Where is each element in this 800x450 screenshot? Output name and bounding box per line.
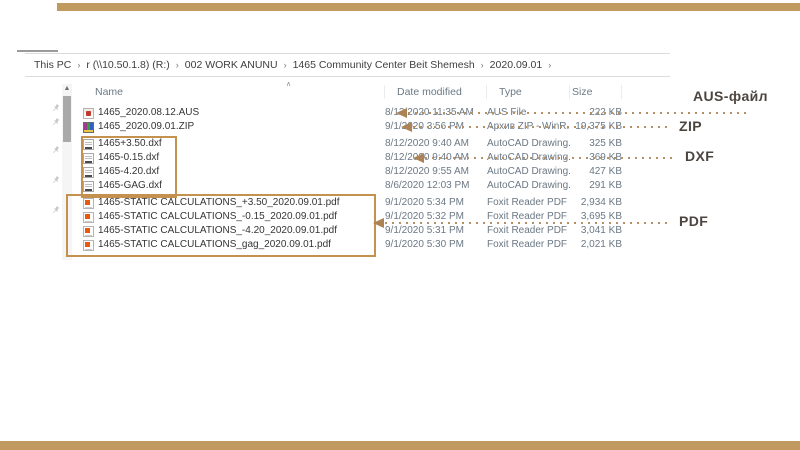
- pin-icon: [52, 104, 61, 113]
- file-type: Foxit Reader PDF ...: [487, 238, 570, 252]
- breadcrumb-item[interactable]: 002 WORK ANUNU: [182, 59, 281, 71]
- aus-arrowhead-icon: [396, 108, 407, 118]
- file-name: 1465_2020.08.12.AUS: [98, 106, 199, 120]
- file-size: 427 KB: [570, 165, 622, 179]
- breadcrumb-separator-icon[interactable]: ›: [173, 60, 182, 70]
- slide-bottom-accent-bar: [0, 441, 800, 450]
- file-type: AutoCAD Drawing...: [487, 137, 570, 151]
- file-size: 325 KB: [570, 137, 622, 151]
- file-size: 291 KB: [570, 179, 622, 193]
- aus-file-icon: [83, 108, 94, 119]
- column-header-size[interactable]: Size: [570, 85, 622, 99]
- column-header-row: Name Date modified Type Size ∧: [83, 84, 622, 100]
- file-date-modified: 8/6/2020 12:03 PM: [385, 179, 487, 193]
- breadcrumb-item[interactable]: This PC: [31, 59, 74, 71]
- file-type: AutoCAD Drawing...: [487, 179, 570, 193]
- window-edge-fragment: [17, 50, 58, 52]
- file-type: Foxit Reader PDF ...: [487, 196, 570, 210]
- file-size: 3,041 KB: [570, 224, 622, 238]
- column-header-name[interactable]: Name: [83, 85, 385, 99]
- dxf-annotation-line: [425, 157, 672, 159]
- zip-arrowhead-icon: [401, 122, 412, 132]
- aus-annotation-line: [408, 112, 750, 114]
- slide-top-accent-bar: [57, 3, 800, 11]
- breadcrumb-item[interactable]: 1465 Community Center Beit Shemesh: [290, 59, 478, 71]
- dxf-group-highlight-box: [81, 136, 177, 198]
- file-date-modified: 9/1/2020 5:34 PM: [385, 196, 487, 210]
- zip-annotation-line: [413, 126, 668, 128]
- dxf-arrowhead-icon: [413, 153, 424, 163]
- file-type: Foxit Reader PDF ...: [487, 224, 570, 238]
- zip-annotation-label: ZIP: [679, 118, 702, 134]
- breadcrumb-separator-icon[interactable]: ›: [74, 60, 83, 70]
- file-size: 2,021 KB: [570, 238, 622, 252]
- file-date-modified: 8/12/2020 9:40 AM: [385, 137, 487, 151]
- file-type: AutoCAD Drawing...: [487, 165, 570, 179]
- breadcrumb-separator-icon[interactable]: ›: [478, 60, 487, 70]
- breadcrumb: This PC›r (\\10.50.1.8) (R:)›002 WORK AN…: [25, 53, 670, 77]
- pdf-annotation-line: [385, 222, 668, 224]
- pin-icon: [52, 206, 61, 215]
- file-date-modified: 9/1/2020 5:30 PM: [385, 238, 487, 252]
- scrollbar-thumb[interactable]: [63, 96, 71, 142]
- file-name: 1465_2020.09.01.ZIP: [98, 120, 194, 134]
- file-date-modified: 9/1/2020 5:31 PM: [385, 224, 487, 238]
- column-header-date[interactable]: Date modified: [385, 85, 487, 99]
- presentation-slide: This PC›r (\\10.50.1.8) (R:)›002 WORK AN…: [0, 0, 800, 450]
- sort-ascending-icon: ∧: [286, 80, 291, 88]
- pin-icon: [52, 118, 61, 127]
- aus-annotation-label: AUS-файл: [693, 88, 768, 104]
- pdf-arrowhead-icon: [373, 218, 384, 228]
- scrollbar-up-icon[interactable]: ▲: [62, 84, 72, 94]
- breadcrumb-item[interactable]: 2020.09.01: [487, 59, 546, 71]
- breadcrumb-separator-icon[interactable]: ›: [281, 60, 290, 70]
- file-date-modified: 8/12/2020 9:55 AM: [385, 165, 487, 179]
- pin-icon: [52, 146, 61, 155]
- pin-icon: [52, 176, 61, 185]
- file-size: 2,934 KB: [570, 196, 622, 210]
- pdf-group-highlight-box: [66, 194, 376, 257]
- breadcrumb-separator-icon[interactable]: ›: [545, 60, 554, 70]
- column-header-type[interactable]: Type: [487, 85, 570, 99]
- dxf-annotation-label: DXF: [685, 148, 714, 164]
- zip-file-icon: [83, 122, 94, 133]
- breadcrumb-item[interactable]: r (\\10.50.1.8) (R:): [83, 59, 172, 71]
- pdf-annotation-label: PDF: [679, 213, 708, 229]
